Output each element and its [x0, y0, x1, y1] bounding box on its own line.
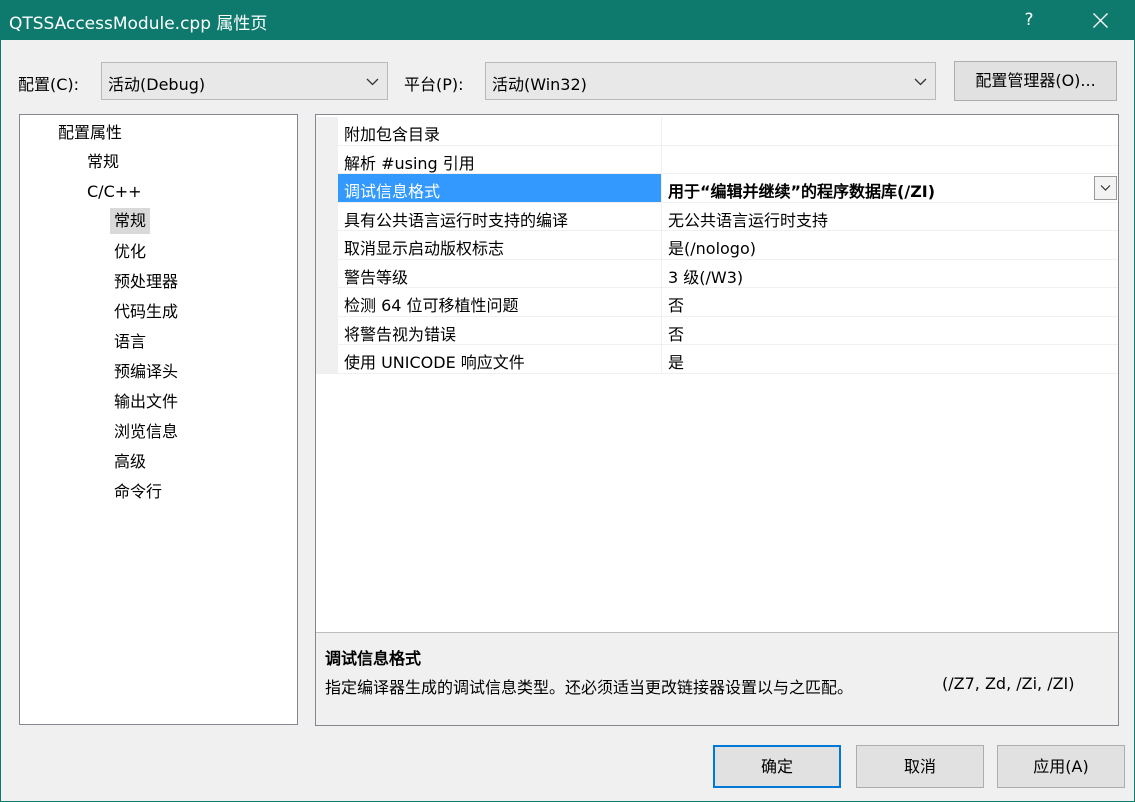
- tree-item-language[interactable]: 语言: [114, 329, 146, 355]
- chevron-down-icon: [914, 78, 927, 86]
- window-title: QTSSAccessModule.cpp 属性页: [9, 14, 268, 34]
- property-row[interactable]: 检测 64 位可移植性问题 否: [316, 288, 1118, 317]
- tree-item-cpp-general[interactable]: 常规: [110, 208, 151, 234]
- property-row[interactable]: 解析 #using 引用: [316, 145, 1118, 174]
- tree-item-precompiled-headers[interactable]: 预编译头: [114, 359, 178, 385]
- tree-item-preprocessor[interactable]: 预处理器: [114, 269, 178, 295]
- column-divider: [661, 174, 662, 202]
- property-value[interactable]: 是: [668, 349, 684, 373]
- row-gutter: [316, 231, 338, 259]
- property-row[interactable]: 取消显示启动版权标志 是(/nologo): [316, 231, 1118, 260]
- property-name: 附加包含目录: [344, 125, 441, 144]
- column-divider: [661, 231, 662, 259]
- tree-item-config-properties[interactable]: 配置属性: [58, 120, 122, 146]
- property-value[interactable]: 无公共语言运行时支持: [668, 207, 828, 231]
- property-value[interactable]: 否: [668, 292, 684, 316]
- tree-item-advanced[interactable]: 高级: [114, 449, 146, 475]
- property-row-selected[interactable]: 调试信息格式 用于“编辑并继续”的程序数据库(/ZI): [316, 174, 1118, 203]
- help-button[interactable]: ?: [1006, 1, 1052, 40]
- chevron-down-icon: [366, 78, 379, 86]
- platform-select-value: 活动(Win32): [492, 75, 587, 94]
- property-row[interactable]: 警告等级 3 级(/W3): [316, 259, 1118, 288]
- row-gutter: [316, 316, 338, 344]
- description-pane: 调试信息格式 指定编译器生成的调试信息类型。还必须适当更改链接器设置以与之匹配。…: [316, 632, 1118, 725]
- config-select[interactable]: 活动(Debug): [101, 62, 388, 100]
- apply-button[interactable]: 应用(A): [997, 745, 1125, 788]
- tree-item-browse-info[interactable]: 浏览信息: [114, 419, 178, 445]
- tree-item-optimization[interactable]: 优化: [114, 239, 146, 265]
- config-manager-button[interactable]: 配置管理器(O)...: [954, 61, 1117, 101]
- config-select-value: 活动(Debug): [108, 75, 206, 94]
- property-row[interactable]: 具有公共语言运行时支持的编译 无公共语言运行时支持: [316, 202, 1118, 231]
- description-title: 调试信息格式: [325, 649, 422, 668]
- property-name: 警告等级: [344, 267, 409, 287]
- property-row[interactable]: 附加包含目录: [316, 117, 1118, 146]
- property-value[interactable]: 3 级(/W3): [668, 264, 743, 288]
- row-gutter: [316, 345, 338, 373]
- property-value[interactable]: 是(/nologo): [668, 235, 756, 259]
- chevron-down-icon: [1100, 185, 1111, 191]
- close-button[interactable]: [1077, 1, 1125, 40]
- tree-item-general[interactable]: 常规: [87, 149, 119, 175]
- property-name: 解析 #using 引用: [344, 153, 475, 173]
- column-divider: [661, 288, 662, 316]
- tree-item-code-generation[interactable]: 代码生成: [114, 299, 178, 325]
- close-icon: [1093, 13, 1108, 28]
- property-tree[interactable]: 配置属性 常规 C/C++ 常规 优化 预处理器 代码生成 语言 预编译头 输出…: [19, 114, 298, 725]
- platform-label: 平台(P):: [404, 75, 464, 94]
- column-divider: [661, 202, 662, 230]
- row-gutter: [316, 117, 338, 145]
- property-grid: 附加包含目录 解析 #using 引用 调试信息格式 用于“编辑并继续”的程序数…: [315, 114, 1119, 726]
- property-name: 调试信息格式: [344, 182, 441, 201]
- property-pages-dialog: QTSSAccessModule.cpp 属性页 ? 配置(C): 活动(Deb…: [0, 0, 1135, 802]
- row-gutter: [316, 202, 338, 230]
- property-row[interactable]: 使用 UNICODE 响应文件 是: [316, 345, 1118, 374]
- column-divider: [661, 117, 662, 145]
- property-name: 检测 64 位可移植性问题: [344, 296, 519, 315]
- cancel-button[interactable]: 取消: [856, 745, 984, 788]
- title-bar: QTSSAccessModule.cpp 属性页 ?: [1, 1, 1135, 40]
- property-value[interactable]: 否: [668, 321, 684, 345]
- row-gutter: [316, 288, 338, 316]
- property-value[interactable]: 用于“编辑并继续”的程序数据库(/ZI): [668, 178, 935, 202]
- column-divider: [661, 145, 662, 173]
- column-divider: [661, 316, 662, 344]
- property-name: 使用 UNICODE 响应文件: [344, 353, 525, 372]
- tree-item-output-files[interactable]: 输出文件: [114, 389, 178, 415]
- property-name: 将警告视为错误: [344, 324, 457, 344]
- tree-item-cpp[interactable]: C/C++: [87, 179, 142, 205]
- row-gutter: [316, 174, 338, 202]
- config-label: 配置(C):: [18, 75, 80, 94]
- description-flags: (/Z7, Zd, /Zi, /ZI): [942, 674, 1075, 693]
- description-text: 指定编译器生成的调试信息类型。还必须适当更改链接器设置以与之匹配。: [325, 678, 854, 697]
- property-name: 取消显示启动版权标志: [344, 239, 505, 258]
- ok-button[interactable]: 确定: [713, 745, 841, 788]
- value-dropdown-button[interactable]: [1094, 176, 1117, 200]
- row-gutter: [316, 259, 338, 287]
- column-divider: [661, 259, 662, 287]
- column-divider: [661, 345, 662, 373]
- row-gutter: [316, 145, 338, 173]
- property-row[interactable]: 将警告视为错误 否: [316, 316, 1118, 345]
- property-name: 具有公共语言运行时支持的编译: [344, 210, 569, 230]
- platform-select[interactable]: 活动(Win32): [485, 62, 936, 100]
- tree-item-command-line[interactable]: 命令行: [114, 479, 162, 505]
